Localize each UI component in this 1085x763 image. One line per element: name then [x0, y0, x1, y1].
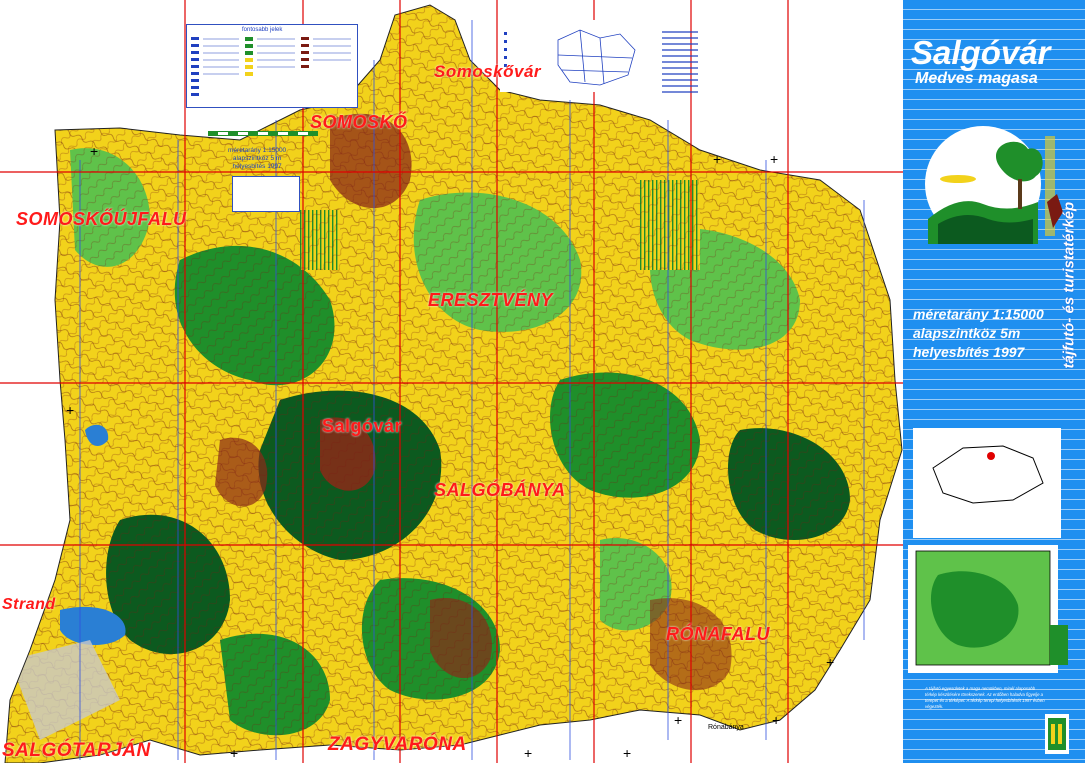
- grid-cross: +: [90, 143, 99, 159]
- vertical-label-text: tájfutó- és turistatérkép: [1060, 201, 1078, 369]
- legend-heading: fontosabb jelek: [242, 27, 283, 33]
- place-somoskoujfalu: SOMOSKŐÚJFALU: [16, 209, 187, 229]
- grid-cross: +: [66, 402, 75, 418]
- scale-line-3: helyesbítés 1997: [232, 163, 282, 170]
- place-salgotarjan: SALGÓTARJÁN: [2, 740, 151, 761]
- place-ronabanya: Rónabánya: [708, 724, 744, 731]
- map-scale-text: méretarány 1:15000 alapszintköz 5 m hely…: [228, 147, 286, 171]
- grid-cross: +: [524, 745, 533, 761]
- orienteering-map[interactable]: + + + + + + + + + + fontosabb jelek mére…: [0, 0, 903, 763]
- sheet-list-lines: [662, 31, 698, 93]
- panel-note: A tájfutó egyesületek a maga nemükben, m…: [925, 686, 1045, 709]
- place-salgovar: Salgóvár: [322, 416, 403, 436]
- place-salgobanya: SALGÓBÁNYA: [434, 480, 566, 500]
- sheet-list: [660, 26, 720, 96]
- area-overview-map: [908, 545, 1068, 673]
- grid-cross: +: [772, 712, 781, 728]
- club-logo: [1045, 714, 1069, 754]
- place-eresztveny: ERESZTVÉNY: [428, 290, 554, 310]
- grid-cross: +: [674, 712, 683, 728]
- terrain-fill: [5, 5, 902, 763]
- landscape-logo: [925, 126, 1043, 244]
- map-terrain: [0, 0, 903, 763]
- panel-scale: méretarány 1:15000: [913, 306, 1044, 322]
- map-title-panel: Salgóvár Medves magasa méretarány 1:1500…: [903, 0, 1085, 763]
- scale-line-1: méretarány 1:15000: [228, 147, 287, 154]
- panel-vertical-label: tájfutó- és turistatérkép: [1049, 150, 1085, 380]
- place-somoskovar: Somoskővár: [434, 62, 542, 81]
- place-somosko: SOMOSKŐ: [310, 112, 408, 132]
- grid-cross: +: [230, 745, 239, 761]
- inset-maps: [913, 428, 1061, 538]
- panel-update: helyesbítés 1997: [913, 344, 1025, 360]
- legend-swatches: [191, 37, 351, 96]
- scale-line-2: alapszintköz 5 m: [232, 155, 282, 162]
- grid-cross: +: [770, 151, 779, 167]
- copyright-box: [232, 176, 300, 212]
- panel-title: Salgóvár: [911, 34, 1051, 71]
- grid-cross: +: [623, 745, 632, 761]
- map-legend: fontosabb jelek: [186, 24, 358, 108]
- place-ronafalu: RÓNAFALU: [666, 624, 770, 644]
- grid-cross: +: [713, 151, 722, 167]
- panel-contour: alapszintköz 5m: [913, 325, 1021, 341]
- place-zagyvarona: ZAGYVARÓNA: [328, 734, 467, 755]
- scale-bar: [208, 131, 318, 136]
- panel-subtitle: Medves magasa: [915, 70, 1038, 87]
- grid-cross: +: [826, 654, 835, 670]
- place-strand: Strand: [2, 596, 56, 613]
